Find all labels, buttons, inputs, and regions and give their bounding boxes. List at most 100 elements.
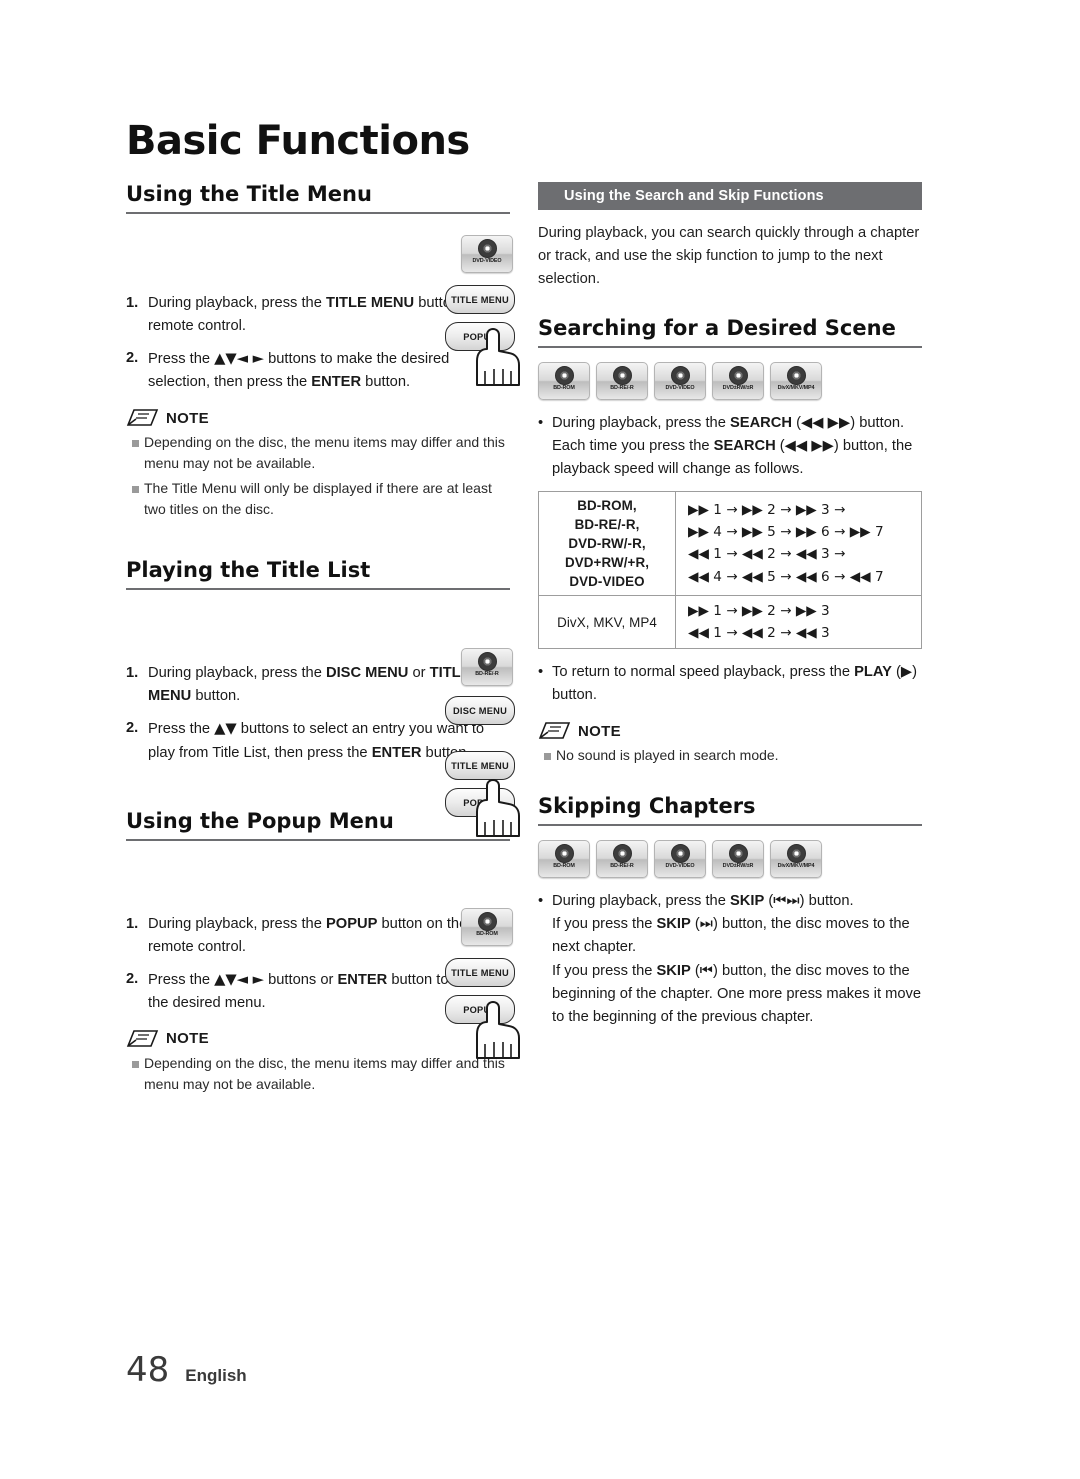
bullet-square-icon [126, 1053, 144, 1095]
bullet-text: During playback, press the SEARCH (◀◀ ▶▶… [552, 412, 922, 481]
remote-keys-popup-menu: BD-ROM TITLE MENU POPUP [445, 908, 520, 1059]
key-disc-menu[interactable]: DISC MENU [445, 696, 515, 725]
text-part: During playback, press the [552, 893, 730, 910]
text-bold: SEARCH [713, 437, 776, 454]
note-text: Depending on the disc, the menu items ma… [144, 1054, 505, 1092]
text-part: Each time you press the [552, 437, 714, 454]
list-item: 2. Press the ▲▼◄ ► buttons to make the d… [126, 347, 510, 394]
disc-badge-label: DVD-VIDEO [665, 863, 695, 870]
table-row: BD-ROM, BD-RE/-R, DVD-RW/-R, DVD+RW/+R, … [538, 490, 922, 597]
notes-popup-menu: Depending on the disc, the menu items ma… [126, 1053, 510, 1095]
remote-keys-title-list: BD-RE/-R DISC MENU TITLE MENU POPUP [445, 648, 520, 837]
hand-pointer-icon [476, 779, 520, 837]
badge-row-search: BD-ROM BD-RE/-R DVD-VIDEO DVD±RW/±R DivX… [538, 361, 922, 400]
step-number: 1. [126, 915, 139, 932]
disc-icon [554, 844, 574, 864]
intro-paragraph: During playback, you can search quickly … [538, 225, 920, 288]
step-number: 2. [126, 350, 139, 367]
page-language: English [185, 1366, 247, 1385]
step-text-bold: DISC MENU [325, 665, 409, 682]
note-label: NOTE [578, 722, 621, 740]
step-number: 1. [126, 665, 139, 682]
note-icon [126, 1029, 160, 1049]
text-part: (◀◀ ▶▶) button. [792, 414, 905, 431]
disc-badge-label: BD-RE/-R [475, 671, 499, 677]
step-number: 2. [126, 720, 139, 737]
search-speed-table: BD-ROM, BD-RE/-R, DVD-RW/-R, DVD+RW/+R, … [538, 490, 922, 650]
right-column: Using the Search and Skip Functions Duri… [538, 182, 922, 1029]
bullet-return-normal-speed: • To return to normal speed playback, pr… [538, 661, 922, 707]
disc-badge-label: DivX/MKV/MP4 [777, 384, 815, 391]
key-label: TITLE MENU [451, 967, 509, 978]
disc-icon [670, 844, 690, 864]
step-text-part: During playback, press the [148, 915, 326, 932]
speed-line: ◀◀ 1 → ◀◀ 2 → ◀◀ 3 [688, 625, 830, 642]
note-header: NOTE [126, 408, 510, 428]
section-heading-skipping-chapters: Skipping Chapters [538, 794, 922, 827]
speed-line: ◀◀ 1 → ◀◀ 2 → ◀◀ 3 → [688, 546, 846, 563]
key-title-menu[interactable]: TITLE MENU [445, 285, 515, 314]
table-cell-disc-types: DivX, MKV, MP4 [538, 595, 676, 650]
bullet-text: To return to normal speed playback, pres… [552, 661, 922, 707]
disc-icon [728, 365, 748, 385]
cell-text: BD-ROM, BD-RE/-R, DVD-RW/-R, DVD+RW/+R, … [564, 497, 650, 590]
manual-page: Basic Functions Using the Title Menu 1. … [0, 0, 1080, 1479]
disc-badge-bd-rom: BD-ROM [538, 361, 590, 400]
disc-badge-bd-rom: BD-ROM [538, 840, 590, 879]
disc-badge-label: DVD-VIDEO [665, 384, 695, 391]
note-text: No sound is played in search mode. [556, 747, 779, 764]
disc-icon [477, 239, 497, 258]
disc-icon [612, 365, 632, 385]
table-cell-speeds: ▶▶ 1 → ▶▶ 2 → ▶▶ 3 → ▶▶ 4 → ▶▶ 5 → ▶▶ 6 … [675, 490, 922, 597]
step-text-part: or [408, 665, 430, 682]
note-label: NOTE [166, 1030, 209, 1048]
step-text-bold: POPUP [325, 915, 378, 932]
note-header: NOTE [538, 721, 922, 741]
bullet-text: During playback, press the SKIP (⏮⏭) but… [552, 890, 922, 1028]
disc-badge-label: BD-RE/-R [610, 863, 634, 870]
disc-icon [554, 365, 574, 385]
page-title: Basic Functions [126, 118, 470, 164]
step-text-part: buttons or [263, 971, 338, 988]
hand-pointer-icon [476, 328, 520, 386]
step-text-part: During playback, press the [148, 665, 326, 682]
disc-badge-dvd-video: DVD-VIDEO [654, 840, 706, 879]
bullet-search: • During playback, press the SEARCH (◀◀ … [538, 412, 922, 481]
disc-badge-dvd-rw-r: DVD±RW/±R [712, 361, 764, 400]
bullet-skip: • During playback, press the SKIP (⏮⏭) b… [538, 890, 922, 1028]
remote-keys-title-menu: DVD-VIDEO TITLE MENU POPUP [445, 235, 520, 386]
disc-icon [786, 844, 806, 864]
bullet-square-icon [126, 432, 144, 474]
page-number: 48 [126, 1350, 170, 1390]
disc-badge-dvd-rw-r: DVD±RW/±R [712, 840, 764, 879]
disc-badge-label: DivX/MKV/MP4 [777, 863, 815, 870]
list-item: Depending on the disc, the menu items ma… [126, 432, 510, 474]
note-icon [538, 721, 572, 741]
section-banner-search-skip: Using the Search and Skip Functions [538, 182, 922, 210]
disc-badge-dvd-video: DVD-VIDEO [654, 361, 706, 400]
table-row: DivX, MKV, MP4 ▶▶ 1 → ▶▶ 2 → ▶▶ 3 ◀◀ 1 →… [538, 595, 922, 650]
notes-search: No sound is played in search mode. [538, 745, 922, 766]
table-cell-speeds: ▶▶ 1 → ▶▶ 2 → ▶▶ 3 ◀◀ 1 → ◀◀ 2 → ◀◀ 3 [675, 595, 922, 650]
speed-line: ◀◀ 4 → ◀◀ 5 → ◀◀ 6 → ◀◀ 7 [688, 568, 884, 585]
disc-badge-label: DVD±RW/±R [722, 863, 754, 870]
list-item: The Title Menu will only be displayed if… [126, 478, 510, 520]
direction-keys-glyph: ▲▼◄ ► [214, 970, 264, 988]
speed-line: ▶▶ 1 → ▶▶ 2 → ▶▶ 3 → [688, 502, 846, 519]
disc-badge-label: DVD-VIDEO [472, 258, 502, 264]
page-footer: 48 English [126, 1350, 247, 1390]
key-title-menu[interactable]: TITLE MENU [445, 751, 515, 780]
section-heading-title-menu: Using the Title Menu [126, 182, 510, 214]
badge-row-skip: BD-ROM BD-RE/-R DVD-VIDEO DVD±RW/±R DivX… [538, 840, 922, 879]
disc-badge-divx-mkv-mp4: DivX/MKV/MP4 [770, 840, 822, 879]
speed-line: ▶▶ 4 → ▶▶ 5 → ▶▶ 6 → ▶▶ 7 [688, 524, 884, 541]
key-title-menu[interactable]: TITLE MENU [445, 958, 515, 987]
section-heading-searching-scene: Searching for a Desired Scene [538, 316, 922, 348]
step-text: Press the ▲▼◄ ► buttons to make the desi… [148, 347, 510, 394]
disc-icon [477, 912, 497, 931]
step-text-bold: ENTER [371, 744, 422, 761]
disc-badge-label: BD-ROM [553, 863, 575, 870]
key-label: TITLE MENU [451, 760, 509, 771]
key-label: DISC MENU [453, 705, 507, 716]
direction-keys-glyph: ▲▼◄ ► [214, 350, 264, 368]
